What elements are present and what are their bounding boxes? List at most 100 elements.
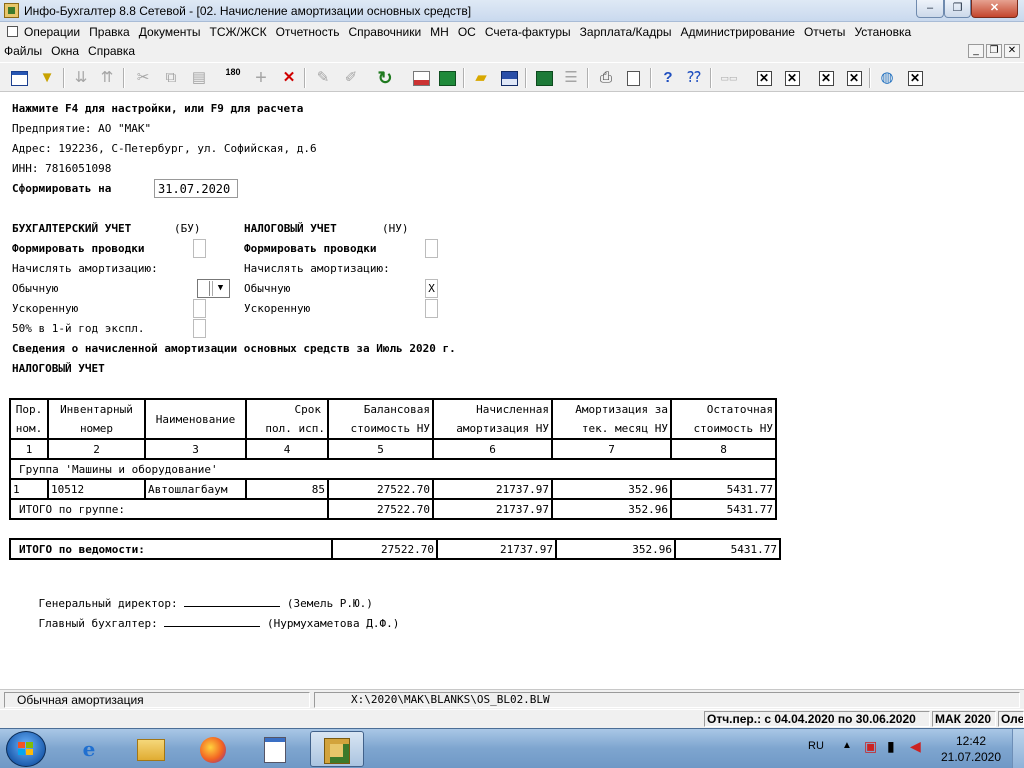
menu-windows[interactable]: Окна xyxy=(47,41,84,60)
sort-asc-icon[interactable]: ⇊ xyxy=(70,67,92,89)
language-indicator[interactable]: RU xyxy=(808,740,824,752)
save-icon[interactable] xyxy=(498,67,520,89)
window-title: Инфо-Бухгалтер 8.8 Сетевой - [02. Начисл… xyxy=(24,4,472,18)
menu-salary[interactable]: Зарплата/Кадры xyxy=(576,22,677,41)
volume-muted-icon[interactable]: ◀ xyxy=(910,738,921,755)
menu-references[interactable]: Справочники xyxy=(344,22,426,41)
menu-os[interactable]: ОС xyxy=(454,22,481,41)
post-icon[interactable]: ✎ xyxy=(312,67,334,89)
table-cell[interactable]: 1 xyxy=(9,478,49,500)
context-help-icon[interactable]: ⁇ xyxy=(683,67,705,89)
open-folder-icon[interactable]: ▰ xyxy=(470,67,492,89)
menu-documents[interactable]: Документы xyxy=(135,22,206,41)
firefox-icon[interactable] xyxy=(186,731,240,767)
minimize-button[interactable]: – xyxy=(916,0,944,18)
start-button[interactable] xyxy=(6,731,46,767)
close-box-icon[interactable]: ✕ xyxy=(843,67,865,89)
menu-reports[interactable]: Отчеты xyxy=(800,22,850,41)
system-menu-icon[interactable] xyxy=(7,26,18,37)
refresh-icon[interactable]: ↻ xyxy=(374,67,396,89)
table-cell[interactable]: 21737.97 xyxy=(432,478,553,500)
report-document: Нажмите F4 для настройки, или F9 для рас… xyxy=(6,96,1018,688)
signal-icon[interactable]: ▮ xyxy=(887,738,895,755)
maximize-button[interactable]: ❐ xyxy=(944,0,971,18)
calculator-icon[interactable] xyxy=(436,67,458,89)
report-icon[interactable] xyxy=(8,67,30,89)
group-total-row: ИТОГО по группе: 27522.70 21737.97 352.9… xyxy=(9,498,777,520)
table-row[interactable]: 1 10512 Автошлагбаум 85 27522.70 21737.9… xyxy=(9,478,777,500)
copy-icon[interactable]: ⧉ xyxy=(160,67,182,89)
filter-icon[interactable]: ▼ xyxy=(36,67,58,89)
menu-admin[interactable]: Администрирование xyxy=(677,22,800,41)
show-hidden-icons-icon[interactable]: ▲ xyxy=(842,740,852,751)
menu-tszh[interactable]: ТСЖ/ЖСК xyxy=(206,22,272,41)
column-number: 4 xyxy=(245,438,329,460)
internet-explorer-icon[interactable]: e xyxy=(62,731,116,767)
form-date-input[interactable]: 31.07.2020 xyxy=(154,179,238,198)
clock[interactable]: 12:42 21.07.2020 xyxy=(935,733,1007,765)
close-button[interactable]: ✕ xyxy=(971,0,1018,18)
add-icon[interactable]: + xyxy=(250,67,272,89)
sort-desc-icon[interactable]: ⇈ xyxy=(96,67,118,89)
menu-mn[interactable]: МН xyxy=(426,22,454,41)
mdi-close-button[interactable]: ✕ xyxy=(1004,44,1020,58)
accountant-line: Главный бухгалтер: (Нурмухаметова Д.Ф.) xyxy=(12,602,400,643)
menu-edit[interactable]: Правка xyxy=(85,22,135,41)
globe-icon[interactable]: ◍ xyxy=(876,67,898,89)
bu-regular-field[interactable] xyxy=(199,281,210,296)
mdi-minimize-button[interactable]: _ xyxy=(968,44,984,58)
bu-post-checkbox[interactable] xyxy=(193,239,206,258)
unpost-icon[interactable]: ✐ xyxy=(340,67,362,89)
excel-icon[interactable] xyxy=(533,67,555,89)
close-box-glyph: ✕ xyxy=(818,70,834,86)
close-box-glyph: ✕ xyxy=(846,70,862,86)
table-cell[interactable]: 352.96 xyxy=(551,478,672,500)
menu-bar: Операции Правка Документы ТСЖ/ЖСК Отчетность… xyxy=(0,22,1024,62)
total-cell: 352.96 xyxy=(555,538,676,560)
file-manager-icon[interactable] xyxy=(124,731,178,767)
chevron-down-icon[interactable]: ▼ xyxy=(212,281,228,296)
bu-accelerated-checkbox[interactable] xyxy=(193,299,206,318)
menu-help[interactable]: Справка xyxy=(84,41,140,60)
list-icon[interactable]: ☰ xyxy=(560,67,582,89)
bu-regular-dropdown[interactable]: ▼ xyxy=(197,279,230,298)
rotate-180-icon[interactable]: 180 xyxy=(222,67,244,89)
menu-reporting[interactable]: Отчетность xyxy=(272,22,345,41)
menu-invoices[interactable]: Счета-фактуры xyxy=(481,22,576,41)
nu-post-checkbox[interactable] xyxy=(425,239,438,258)
bu-fifty-checkbox[interactable] xyxy=(193,319,206,338)
nu-regular-checkbox[interactable]: X xyxy=(425,279,438,298)
mdi-restore-button[interactable]: ❐ xyxy=(986,44,1002,58)
column-number: 7 xyxy=(551,438,672,460)
preview-icon[interactable] xyxy=(622,67,644,89)
bu-post-label: Формировать проводки xyxy=(12,242,145,255)
pdf-icon[interactable] xyxy=(410,67,432,89)
paste-icon[interactable]: ▤ xyxy=(188,67,210,89)
close-box-icon[interactable]: ✕ xyxy=(815,67,837,89)
table-cell[interactable]: 10512 xyxy=(47,478,146,500)
close-box-icon[interactable]: ✕ xyxy=(753,67,775,89)
network-error-icon[interactable]: ▣ xyxy=(864,738,877,755)
menu-operations[interactable]: Операции xyxy=(20,22,85,41)
document-icon[interactable] xyxy=(248,731,302,767)
table-cell[interactable]: 27522.70 xyxy=(327,478,434,500)
delete-icon[interactable]: ✕ xyxy=(278,67,300,89)
info-buhgalter-icon[interactable] xyxy=(310,731,364,767)
group-row: Группа 'Машины и оборудование' xyxy=(9,458,777,480)
table-cell[interactable]: Автошлагбаум xyxy=(144,478,247,500)
help-icon[interactable]: ? xyxy=(657,67,679,89)
title-bar[interactable]: Инфо-Бухгалтер 8.8 Сетевой - [02. Начисл… xyxy=(0,0,1024,22)
cut-icon[interactable]: ✂ xyxy=(132,67,154,89)
close-box-icon[interactable]: ✕ xyxy=(781,67,803,89)
nu-accelerated-checkbox[interactable] xyxy=(425,299,438,318)
table-cell[interactable]: 85 xyxy=(245,478,329,500)
app-icon[interactable] xyxy=(4,3,19,18)
table-cell[interactable]: 5431.77 xyxy=(670,478,777,500)
print-icon[interactable]: ⎙ xyxy=(595,67,617,89)
menu-setup[interactable]: Установка xyxy=(850,22,916,41)
spellcheck-icon[interactable]: ▭▭ xyxy=(718,67,740,89)
show-desktop-button[interactable] xyxy=(1012,729,1024,768)
mdi-controls: _ ❐ ✕ xyxy=(966,42,1020,58)
menu-files[interactable]: Файлы xyxy=(0,41,47,60)
close-box-icon[interactable]: ✕ xyxy=(904,67,926,89)
